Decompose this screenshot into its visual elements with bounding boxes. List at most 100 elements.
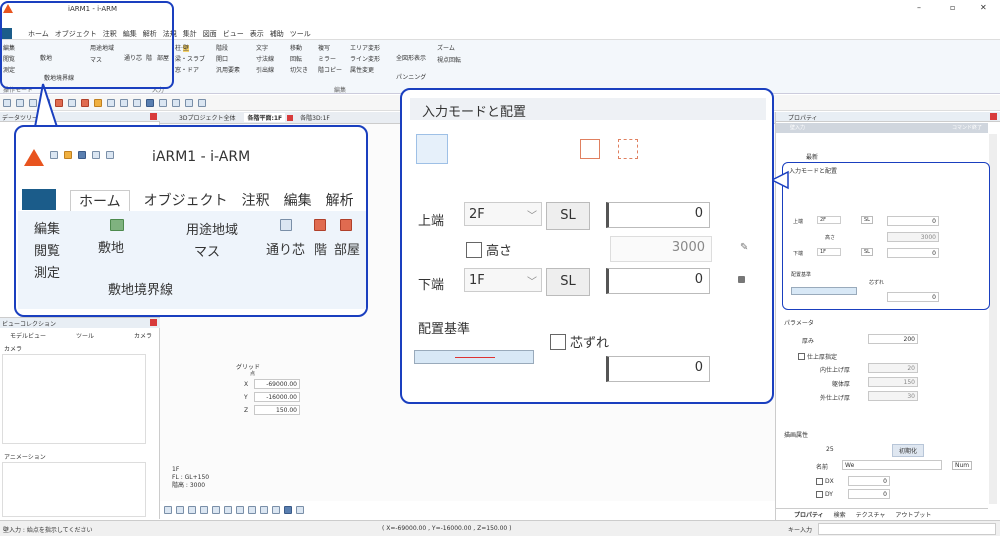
zoom-tab-annotation[interactable]: 注釈 xyxy=(242,190,270,210)
ribbon-mirror-button[interactable]: ミラー xyxy=(318,54,342,65)
offset-input[interactable]: 0 xyxy=(606,356,710,382)
zoom-usage-button[interactable]: 用途地域 xyxy=(186,219,238,238)
ribbon-move-button[interactable]: 移動 xyxy=(290,43,308,54)
close-button[interactable]: ✕ xyxy=(980,3,987,12)
ribbon-leader-button[interactable]: 引出線 xyxy=(256,65,274,76)
mode-arc-tangent-icon[interactable] xyxy=(542,139,562,159)
dy-checkbox[interactable] xyxy=(816,491,823,498)
dy-field[interactable]: 0 xyxy=(848,489,890,499)
edit-mode-icon[interactable] xyxy=(284,506,292,514)
ribbon-rotate-button[interactable]: 回転 xyxy=(290,54,308,65)
zoom-tab-analysis[interactable]: 解析 xyxy=(326,190,354,210)
pencil-icon[interactable]: ✎ xyxy=(740,242,748,253)
undo-icon[interactable] xyxy=(92,151,100,159)
open-icon[interactable] xyxy=(64,151,72,159)
small-base-selector[interactable] xyxy=(791,287,857,295)
ribbon-dimension-button[interactable]: 寸法線 xyxy=(256,54,274,65)
door-icon[interactable] xyxy=(185,98,193,107)
small-height-field[interactable]: 3000 xyxy=(887,232,939,242)
bottom-sl-button[interactable]: SL xyxy=(546,268,590,296)
grid-x-value[interactable]: -69000.00 xyxy=(254,379,300,389)
zoom-view-button[interactable]: 閲覧 xyxy=(34,241,60,263)
animation-section-header[interactable]: アニメーション xyxy=(4,452,46,461)
doc-tab-floor-3d-1f[interactable]: 各階3D:1F xyxy=(297,113,333,122)
ribbon-column-button[interactable]: 柱·壁 xyxy=(175,43,205,54)
zoom-in-icon[interactable] xyxy=(248,506,256,514)
zoom-grid-button[interactable]: 通り芯 xyxy=(266,239,305,258)
visibility-icon[interactable] xyxy=(200,506,208,514)
tab-properties[interactable]: プロパティ xyxy=(794,510,824,519)
redo-icon[interactable] xyxy=(106,151,114,159)
zoom-edit-button[interactable]: 編集 xyxy=(34,219,60,241)
top-sl-button[interactable]: SL xyxy=(546,202,590,230)
tab-output[interactable]: アウトプット xyxy=(895,510,931,519)
mode-line-icon[interactable] xyxy=(416,134,448,164)
mode-rect-icon[interactable] xyxy=(580,139,600,159)
grid-z-value[interactable]: 150.00 xyxy=(254,405,300,415)
view-icon[interactable] xyxy=(146,98,154,107)
tab-tools[interactable]: ツール xyxy=(290,29,311,39)
ribbon-attribute-button[interactable]: 属性変更 xyxy=(350,65,380,76)
ribbon-view-rotate-button[interactable]: 視点回転 xyxy=(437,55,461,64)
name-field[interactable]: We xyxy=(842,460,942,470)
doc-tab-close-icon[interactable] xyxy=(287,114,294,121)
small-top-field[interactable]: 0 xyxy=(887,216,939,226)
command-end-button[interactable]: コマンド終了 xyxy=(952,124,982,131)
ribbon-cut-button[interactable]: 切欠き xyxy=(290,65,308,76)
select-icon[interactable] xyxy=(3,98,11,107)
wave-icon[interactable] xyxy=(107,98,115,107)
ribbon-pan-button[interactable]: パンニング xyxy=(396,72,426,81)
tab-view[interactable]: ビュー xyxy=(223,29,244,39)
new-file-icon[interactable] xyxy=(50,151,58,159)
ribbon-area-transform-button[interactable]: エリア変形 xyxy=(350,43,380,54)
layer-toggle-icon[interactable] xyxy=(176,506,184,514)
tab-texture[interactable]: テクスチャ xyxy=(856,510,886,519)
snap-toggle-icon[interactable] xyxy=(164,506,172,514)
ribbon-zoom-button[interactable]: ズーム xyxy=(437,43,455,52)
small-bottom-field[interactable]: 0 xyxy=(887,248,939,258)
tab-camera[interactable]: カメラ xyxy=(134,331,152,340)
grid-snap-icon[interactable] xyxy=(94,98,102,107)
bottom-offset-input[interactable]: 0 xyxy=(606,268,710,294)
bottom-floor-select[interactable]: 1F ﹀ xyxy=(464,268,542,292)
measure-icon[interactable] xyxy=(120,98,128,107)
grid-y-value[interactable]: -16000.00 xyxy=(254,392,300,402)
zoom-mass-button[interactable]: マス xyxy=(194,241,220,260)
dx-field[interactable]: 0 xyxy=(848,476,890,486)
zoom-measure-button[interactable]: 測定 xyxy=(34,263,60,285)
height-checkbox[interactable] xyxy=(466,241,482,258)
zoom-section-title[interactable]: 入力モードと配置 xyxy=(422,101,526,120)
thickness-field[interactable]: 200 xyxy=(868,334,918,344)
panel-close-icon[interactable] xyxy=(150,113,157,120)
ribbon-copy-button[interactable]: 複写 xyxy=(318,43,342,54)
panel-close-icon[interactable] xyxy=(150,319,157,326)
zoom-tab-object[interactable]: オブジェクト xyxy=(144,190,228,210)
render-icon[interactable] xyxy=(212,506,220,514)
zoom-fit-icon[interactable] xyxy=(224,506,232,514)
ribbon-stair-button[interactable]: 階段 xyxy=(216,43,240,54)
pan-icon[interactable] xyxy=(260,506,268,514)
tab-drawing[interactable]: 図面 xyxy=(203,29,217,39)
lock-icon[interactable] xyxy=(738,276,745,283)
tab-model-view[interactable]: モデルビュー xyxy=(10,331,46,340)
wall-line-icon[interactable] xyxy=(16,98,24,107)
core-thickness-field[interactable]: 150 xyxy=(868,377,918,387)
ribbon-opening-button[interactable]: 開口 xyxy=(216,54,240,65)
section-draw-attributes[interactable]: 描画属性 xyxy=(784,430,808,439)
save-icon[interactable] xyxy=(78,151,86,159)
settings-icon[interactable] xyxy=(296,506,304,514)
num-button[interactable]: Num xyxy=(952,461,973,470)
zoom-tab-home[interactable]: ホーム xyxy=(70,189,130,211)
mode-poly-icon[interactable] xyxy=(618,139,638,159)
dx-checkbox[interactable] xyxy=(816,478,823,485)
small-offset-field[interactable]: 0 xyxy=(887,292,939,302)
small-bottom-floor[interactable]: 1F xyxy=(817,248,842,256)
panel-close-icon[interactable] xyxy=(990,113,997,120)
ribbon-generic-button[interactable]: 汎用要素 xyxy=(216,65,240,76)
ribbon-floor-copy-button[interactable]: 階コピー xyxy=(318,65,342,76)
section-params[interactable]: パラメータ xyxy=(784,318,814,327)
tab-display[interactable]: 表示 xyxy=(250,29,264,39)
zoom-file-menu[interactable] xyxy=(22,189,56,210)
zoom-window-icon[interactable] xyxy=(236,506,244,514)
tab-assist[interactable]: 補助 xyxy=(270,29,284,39)
